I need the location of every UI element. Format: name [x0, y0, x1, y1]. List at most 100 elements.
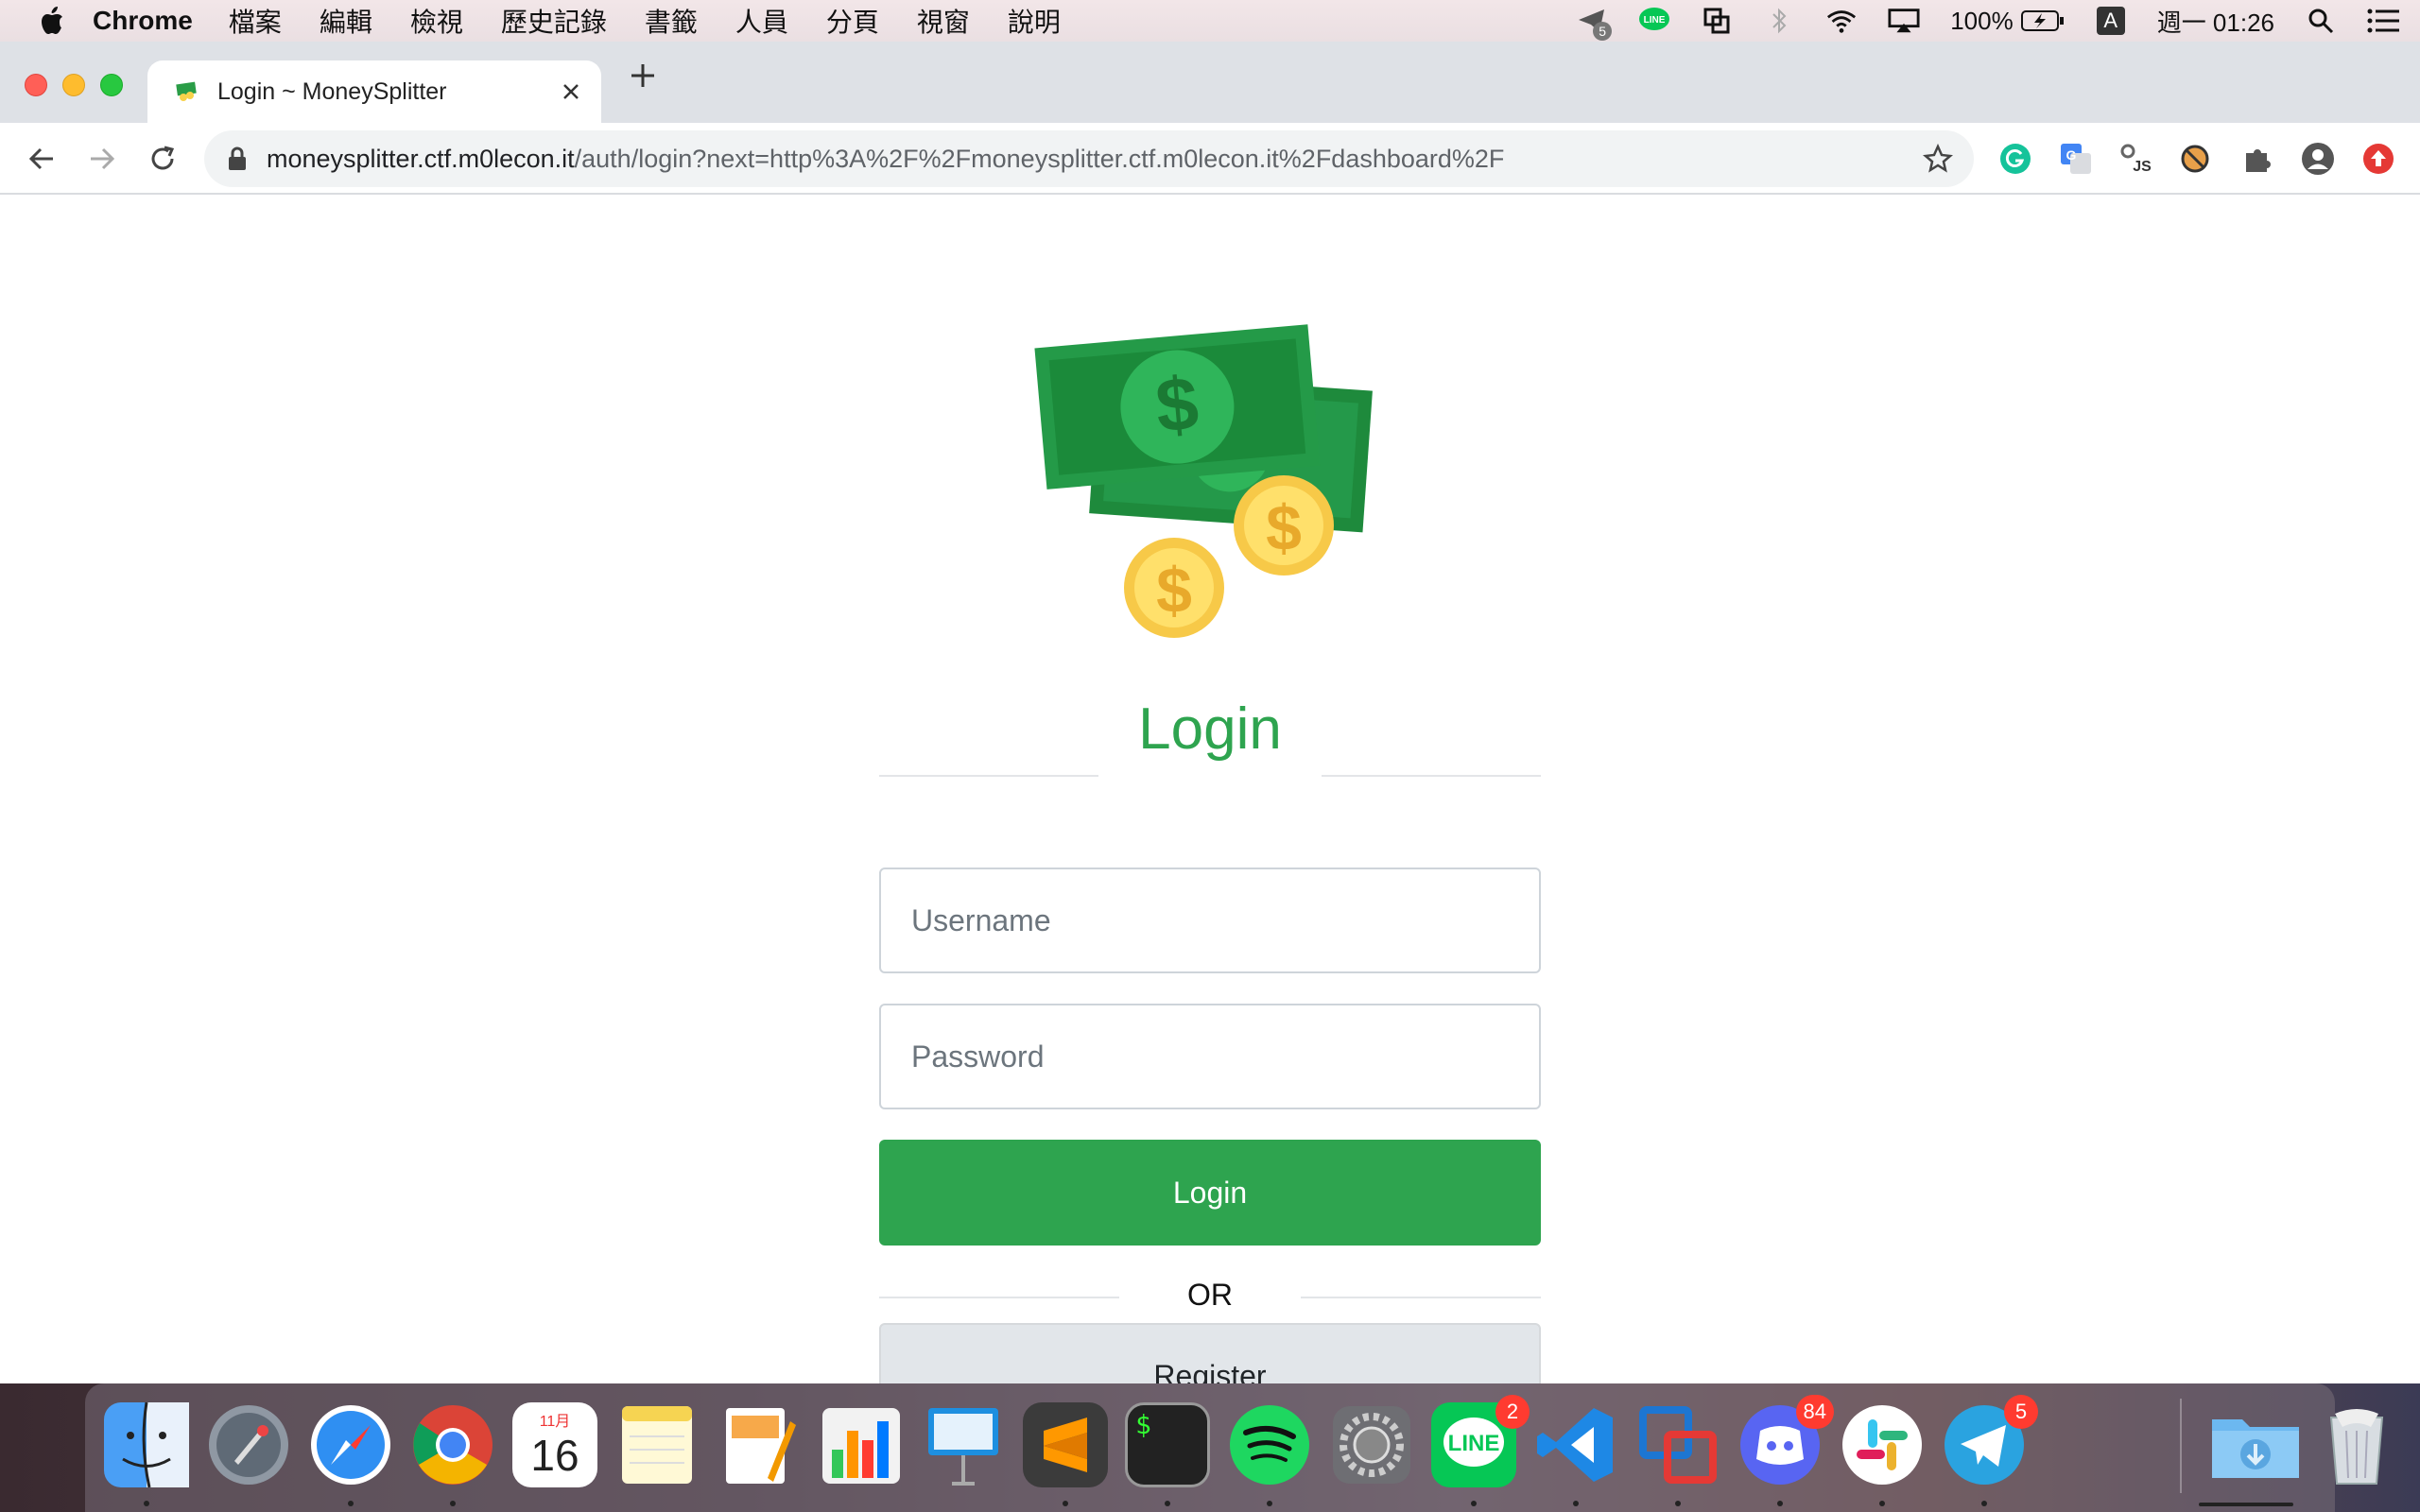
keynote-icon[interactable]: [921, 1402, 1006, 1487]
vscode-icon[interactable]: [1533, 1402, 1618, 1487]
lock-icon[interactable]: [227, 146, 248, 171]
tab-strip: Login ~ MoneySplitter: [0, 42, 2420, 123]
dock: 11月 16 $ LINE 2 84 5: [85, 1383, 2384, 1512]
svg-text:$: $: [1156, 555, 1192, 627]
password-input[interactable]: [879, 1004, 1541, 1109]
system-preferences-icon[interactable]: [1329, 1402, 1414, 1487]
page-title: Login: [1138, 696, 1282, 762]
register-button[interactable]: Register: [879, 1323, 1541, 1383]
vmware-running-dot: [1675, 1501, 1681, 1506]
screen-share-icon[interactable]: [1701, 5, 1733, 37]
menu-view[interactable]: 檢視: [410, 2, 463, 40]
app-menu-chrome[interactable]: Chrome: [93, 6, 193, 36]
finder-icon[interactable]: [104, 1401, 189, 1488]
svg-text:G: G: [2066, 147, 2077, 163]
minimize-window-button[interactable]: [62, 74, 85, 96]
reload-button[interactable]: [140, 136, 185, 181]
js-extension-icon[interactable]: JS: [2118, 140, 2155, 178]
sublime-text-icon[interactable]: [1023, 1402, 1108, 1487]
battery-percentage: 100%: [1950, 6, 2014, 35]
menu-bar: Chrome 檔案 編輯 檢視 歷史記錄 書籤 人員 分頁 視窗 說明 5 LI…: [0, 0, 2420, 42]
trash-icon[interactable]: [2314, 1402, 2399, 1487]
back-button[interactable]: [19, 136, 64, 181]
numbers-icon[interactable]: [819, 1402, 904, 1487]
update-icon[interactable]: [2360, 140, 2397, 178]
vscode-running-dot: [1573, 1501, 1579, 1506]
username-input[interactable]: [879, 868, 1541, 973]
browser-toolbar: moneysplitter.ctf.m0lecon.it/auth/login?…: [0, 123, 2420, 195]
or-divider-right: [1301, 1297, 1541, 1298]
sublime-running-dot: [1063, 1501, 1068, 1506]
puzzle-icon[interactable]: [2238, 140, 2276, 178]
terminal-icon[interactable]: $: [1125, 1402, 1210, 1487]
menu-tab[interactable]: 分頁: [826, 2, 879, 40]
airplay-icon[interactable]: [1888, 5, 1920, 37]
vmware-fusion-icon[interactable]: [1635, 1402, 1720, 1487]
telegram-badge: 5: [2004, 1395, 2038, 1429]
menu-people[interactable]: 人員: [735, 2, 788, 40]
downloads-folder-icon[interactable]: [2208, 1402, 2303, 1487]
safari-running-dot: [348, 1501, 354, 1506]
downloads-indicator: [2199, 1503, 2293, 1506]
wifi-icon[interactable]: [1825, 5, 1858, 37]
spotify-icon[interactable]: [1227, 1402, 1312, 1487]
tab-login[interactable]: Login ~ MoneySplitter: [147, 60, 601, 123]
url-text: moneysplitter.ctf.m0lecon.it/auth/login?…: [267, 145, 1504, 174]
line-app-label: LINE: [1448, 1431, 1500, 1456]
spotlight-icon[interactable]: [2305, 5, 2337, 37]
launchpad-icon[interactable]: [206, 1402, 291, 1487]
dock-separator: [2180, 1399, 2182, 1493]
svg-text:$: $: [1266, 492, 1302, 564]
menu-bookmarks[interactable]: 書籤: [645, 2, 698, 40]
telegram-icon[interactable]: 5: [1942, 1395, 2038, 1487]
spotify-running-dot: [1267, 1501, 1272, 1506]
discord-running-dot: [1777, 1501, 1783, 1506]
profile-icon[interactable]: [2299, 140, 2337, 178]
line-status-icon[interactable]: LINE: [1638, 5, 1670, 37]
input-method-label: A: [2096, 7, 2125, 35]
clock[interactable]: 週一 01:26: [2157, 4, 2274, 39]
tab-title: Login ~ MoneySplitter: [217, 77, 447, 105]
page-content: $ $ $ Login Login OR Register: [0, 195, 2420, 1383]
apple-icon[interactable]: [40, 7, 64, 35]
bluetooth-icon[interactable]: [1763, 5, 1795, 37]
notification-center-icon[interactable]: [2367, 5, 2399, 37]
telegram-status-badge: 5: [1593, 22, 1613, 41]
discord-icon[interactable]: 84: [1737, 1395, 1834, 1487]
menu-help[interactable]: 說明: [1008, 2, 1061, 40]
grammarly-icon[interactable]: [1996, 140, 2034, 178]
menu-file[interactable]: 檔案: [229, 2, 282, 40]
svg-text:JS: JS: [2133, 159, 2152, 175]
close-tab-icon[interactable]: [552, 73, 590, 111]
menu-history[interactable]: 歷史記錄: [501, 2, 607, 40]
new-tab-button[interactable]: [622, 55, 664, 96]
blocked-extension-icon[interactable]: [2176, 140, 2214, 178]
menu-window[interactable]: 視窗: [917, 2, 970, 40]
fullscreen-window-button[interactable]: [100, 74, 123, 96]
login-button[interactable]: Login: [879, 1140, 1541, 1246]
chrome-icon[interactable]: [410, 1402, 495, 1487]
pages-icon[interactable]: [717, 1402, 802, 1487]
money-illustration-icon: $ $ $: [1034, 324, 1373, 638]
browser-window: Login ~ MoneySplitter moneysplitter.ctf.…: [0, 42, 2420, 1383]
google-translate-icon[interactable]: G: [2057, 140, 2095, 178]
telegram-running-dot: [1981, 1501, 1987, 1506]
line-icon[interactable]: LINE 2: [1431, 1395, 1530, 1487]
calendar-icon[interactable]: 11月 16: [512, 1402, 597, 1487]
svg-text:LINE: LINE: [1644, 15, 1666, 26]
menu-edit[interactable]: 編輯: [320, 2, 372, 40]
address-bar[interactable]: moneysplitter.ctf.m0lecon.it/auth/login?…: [204, 130, 1974, 187]
slack-icon[interactable]: [1840, 1402, 1925, 1487]
safari-icon[interactable]: [308, 1402, 393, 1487]
close-window-button[interactable]: [25, 74, 47, 96]
calendar-day: 16: [530, 1431, 579, 1480]
telegram-status-icon[interactable]: 5: [1576, 5, 1613, 41]
notes-icon[interactable]: [614, 1402, 700, 1487]
or-separator: OR: [1187, 1278, 1233, 1312]
bookmark-star-icon[interactable]: [1923, 144, 1953, 174]
forward-button[interactable]: [79, 136, 125, 181]
input-method-icon[interactable]: A: [2095, 5, 2127, 37]
battery-icon[interactable]: [2020, 5, 2065, 37]
line-badge: 2: [1495, 1395, 1530, 1429]
finder-running-dot: [144, 1501, 149, 1506]
